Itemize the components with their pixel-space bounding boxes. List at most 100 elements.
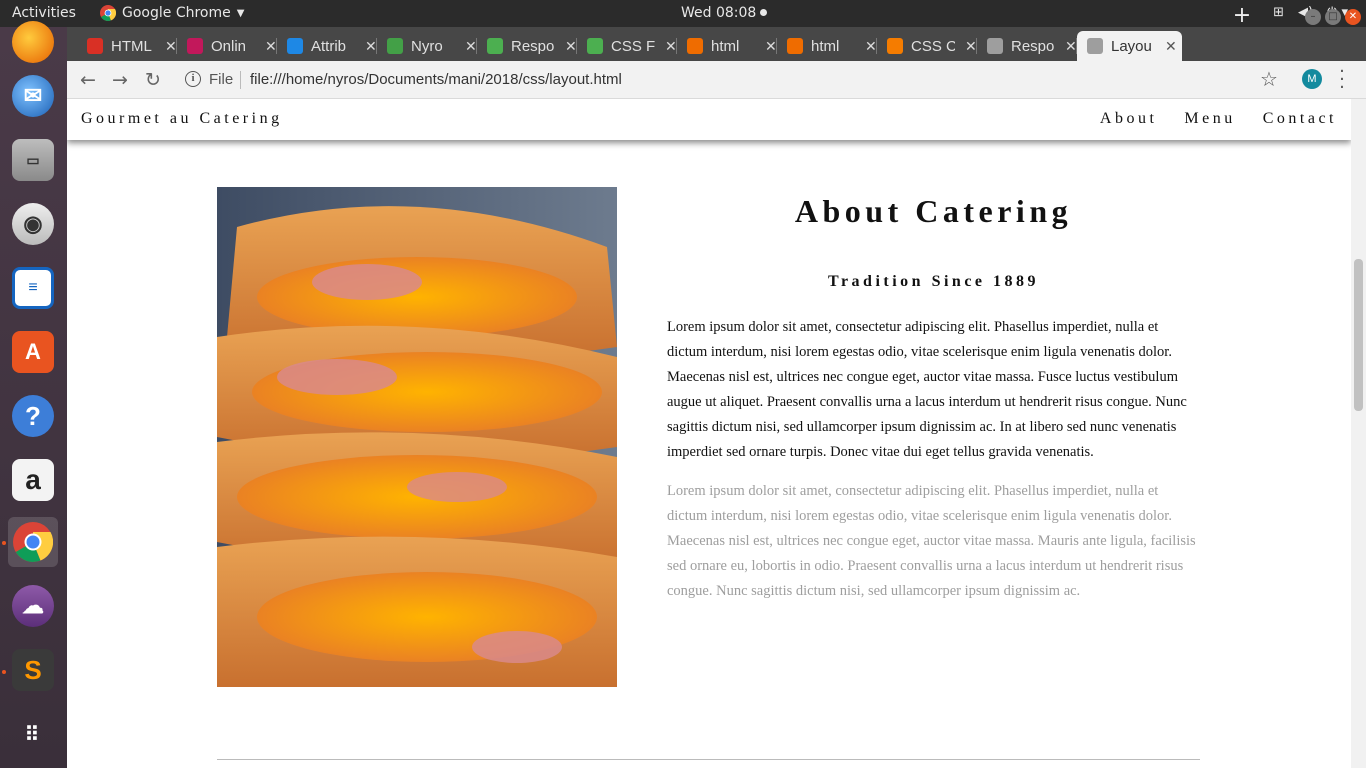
tab-favicon-icon (387, 38, 403, 54)
tab-close-icon[interactable]: ✕ (665, 38, 677, 55)
bookmark-star-icon[interactable]: ☆ (1260, 67, 1278, 91)
site-brand[interactable]: Gourmet au Catering (81, 110, 283, 128)
browser-tab[interactable]: CSS C ✕ (877, 31, 977, 61)
browser-tab[interactable]: Respo ✕ (977, 31, 1077, 61)
tab-close-icon[interactable]: ✕ (965, 38, 977, 55)
show-apps-launcher[interactable]: ⠿ (8, 710, 58, 760)
software-center-icon: A (12, 331, 54, 373)
new-tab-button[interactable]: + (1230, 4, 1254, 30)
page-scrollbar[interactable] (1351, 99, 1366, 768)
tab-title: CSS C (911, 37, 955, 55)
tab-favicon-icon (1087, 38, 1103, 54)
tab-favicon-icon (87, 38, 103, 54)
amazon-icon: a (12, 459, 54, 501)
nav-about[interactable]: About (1100, 110, 1158, 128)
clock[interactable]: Wed 08:08 (681, 5, 768, 21)
address-bar[interactable]: file:///home/nyros/Documents/mani/2018/c… (250, 71, 622, 88)
help-launcher[interactable]: ? (8, 391, 58, 441)
tab-title: HTML (111, 37, 152, 55)
tab-favicon-icon (787, 38, 803, 54)
files-launcher[interactable]: ▭ (8, 135, 58, 185)
sublime-text-icon: S (12, 649, 54, 691)
tab-favicon-icon (587, 38, 603, 54)
tab-title: CSS F (611, 37, 655, 55)
thunderbird-icon: ✉ (12, 75, 54, 117)
writer-launcher[interactable]: ≡ (8, 263, 58, 313)
about-section: About Catering Tradition Since 1889 Lore… (667, 187, 1200, 604)
about-title: About Catering (794, 193, 1073, 229)
tab-close-icon[interactable]: ✕ (765, 38, 777, 55)
close-window-button[interactable]: ✕ (1345, 9, 1361, 25)
writer-icon: ≡ (12, 267, 54, 309)
nav-contact[interactable]: Contact (1263, 110, 1337, 128)
tab-favicon-icon (987, 38, 1003, 54)
chrome-icon (100, 5, 116, 21)
tab-favicon-icon (687, 38, 703, 54)
url-scheme: File (209, 71, 234, 88)
tab-strip: HTML ✕ Onlin ✕ Attrib ✕ Nyro ✕ Respo ✕ CSS F ✕ html ✕… (67, 27, 1366, 61)
tab-close-icon[interactable]: ✕ (865, 38, 877, 55)
back-button[interactable]: ← (77, 69, 99, 91)
forward-button[interactable]: → (109, 69, 131, 91)
software-launcher[interactable]: A (8, 327, 58, 377)
browser-tab[interactable]: CSS F ✕ (577, 31, 677, 61)
browser-tab[interactable]: html ✕ (777, 31, 877, 61)
clock-text: Wed 08:08 (681, 5, 757, 21)
site-navbar: Gourmet au Catering About Menu Contact (67, 99, 1351, 140)
nav-menu[interactable]: Menu (1184, 110, 1235, 128)
app-menu[interactable]: Google Chrome ▼ (100, 5, 244, 21)
tab-close-icon[interactable]: ✕ (1065, 38, 1077, 55)
info-icon[interactable]: i (185, 71, 201, 87)
tab-close-icon[interactable]: ✕ (165, 38, 177, 55)
tab-title: Layou (1111, 37, 1152, 55)
browser-tab[interactable]: Onlin ✕ (177, 31, 277, 61)
speaker-icon: ◉ (12, 203, 54, 245)
network-icon: ⊞ (1273, 5, 1284, 20)
tab-title: Nyro (411, 37, 443, 55)
running-indicator (2, 541, 6, 545)
running-indicator (2, 670, 6, 674)
tab-title: Onlin (211, 37, 247, 55)
profile-avatar[interactable]: M (1302, 69, 1322, 89)
tab-close-icon[interactable]: ✕ (1165, 38, 1177, 55)
about-subtitle: Tradition Since 1889 (827, 273, 1040, 290)
rhythmbox-launcher[interactable]: ◉ (8, 199, 58, 249)
amazon-launcher[interactable]: a (8, 455, 58, 505)
thunderbird-launcher[interactable]: ✉ (8, 71, 58, 121)
tab-title: html (811, 37, 840, 55)
maximize-button[interactable]: □ (1325, 9, 1341, 25)
site-nav-links: About Menu Contact (1100, 110, 1337, 128)
tab-favicon-icon (887, 38, 903, 54)
os-top-bar: Activities Google Chrome ▼ Wed 08:08 ⊞ ◀… (0, 0, 1366, 27)
chrome-icon (13, 522, 53, 562)
browser-tab[interactable]: html ✕ (677, 31, 777, 61)
tab-close-icon[interactable]: ✕ (265, 38, 277, 55)
pidgin-launcher[interactable]: ☁ (8, 581, 58, 631)
app-grid-icon: ⠿ (24, 723, 42, 746)
tab-title: Attrib (311, 37, 347, 55)
tab-favicon-icon (287, 38, 303, 54)
tab-close-icon[interactable]: ✕ (565, 38, 577, 55)
notification-dot-icon (760, 9, 768, 16)
tab-active[interactable]: Layou ✕ (1077, 31, 1182, 61)
browser-tab[interactable]: Nyro ✕ (377, 31, 477, 61)
scrollbar-thumb[interactable] (1354, 259, 1363, 411)
chrome-launcher[interactable] (8, 517, 58, 567)
launcher-dock: ✉ ▭ ◉ ≡ A ? a ☁ S ⠿ (0, 21, 67, 768)
tab-close-icon[interactable]: ✕ (465, 38, 477, 55)
about-paragraph: Lorem ipsum dolor sit amet, consectetur … (667, 319, 1187, 460)
minimize-button[interactable]: – (1305, 9, 1321, 25)
browser-tab[interactable]: HTML ✕ (77, 31, 177, 61)
browser-tab[interactable]: Attrib ✕ (277, 31, 377, 61)
help-icon: ? (12, 395, 54, 437)
browser-tab[interactable]: Respo ✕ (477, 31, 577, 61)
sublime-launcher[interactable]: S (8, 645, 58, 695)
catering-food-image (217, 187, 617, 687)
firefox-launcher[interactable] (8, 17, 58, 67)
tab-close-icon[interactable]: ✕ (365, 38, 377, 55)
tab-title: Respo (1011, 37, 1055, 55)
reload-button[interactable]: ↻ (142, 69, 164, 91)
tab-favicon-icon (187, 38, 203, 54)
menu-kebab-icon[interactable]: · · · (1337, 63, 1347, 97)
tab-title: Respo (511, 37, 555, 55)
